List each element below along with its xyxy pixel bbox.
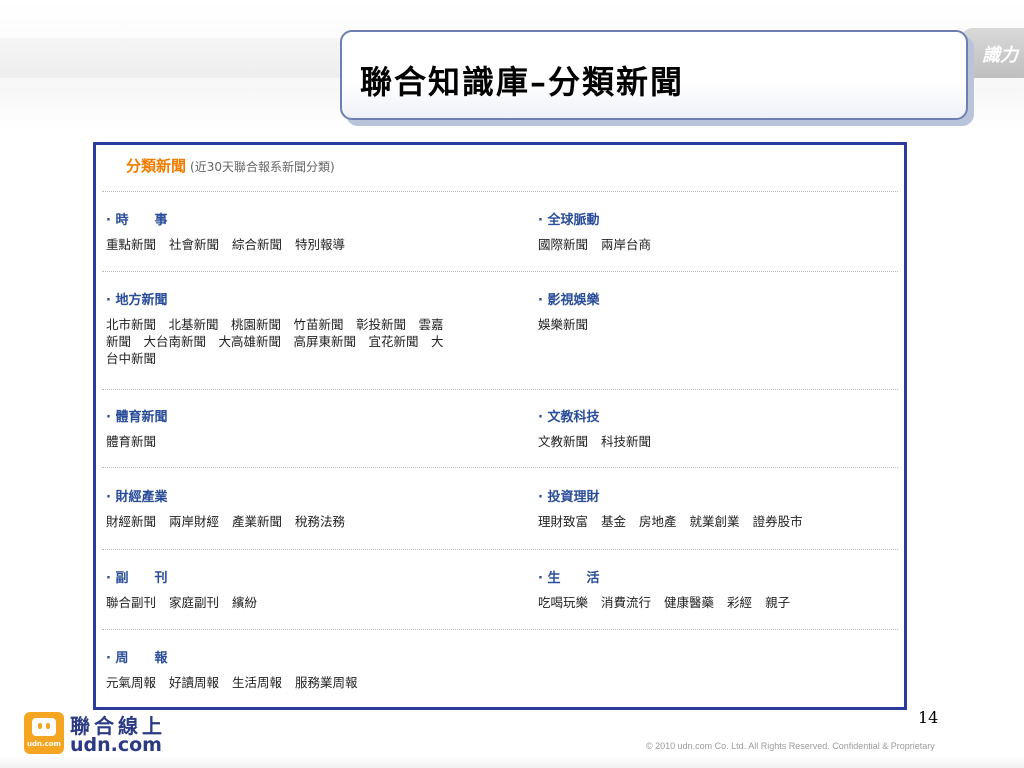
section-lifestyle: · 生 活 吃喝玩樂 消費流行 健康醫藥 彩經 親子 <box>538 567 898 611</box>
link-item[interactable]: 生活周報 <box>232 675 282 690</box>
section-local: · 地方新聞 北市新聞 北基新聞 桃園新聞 竹苗新聞 彰投新聞 雲嘉 新聞 大台… <box>106 289 526 367</box>
category-news-panel: 分類新聞 (近30天聯合報系新聞分類) · 時 事 重點新聞 社會新聞 綜合新聞 特別… <box>93 142 907 710</box>
section-links: 文教新聞 科技新聞 <box>538 433 898 450</box>
section-title[interactable]: · 財經產業 <box>106 486 526 505</box>
link-item[interactable]: 房地產 <box>639 514 677 529</box>
section-links: 體育新聞 <box>106 433 526 450</box>
link-line[interactable]: 台中新聞 <box>106 350 526 367</box>
section-links: 娛樂新聞 <box>538 316 898 333</box>
section-title[interactable]: · 生 活 <box>538 567 898 586</box>
section-sports: · 體育新聞 體育新聞 <box>106 406 526 450</box>
section-education-tech: · 文教科技 文教新聞 科技新聞 <box>538 406 898 450</box>
section-global: · 全球脈動 國際新聞 兩岸台商 <box>538 209 898 253</box>
section-title[interactable]: · 時 事 <box>106 209 526 228</box>
link-item[interactable]: 服務業周報 <box>295 675 358 690</box>
section-links: 吃喝玩樂 消費流行 健康醫藥 彩經 親子 <box>538 594 898 611</box>
section-title[interactable]: · 文教科技 <box>538 406 898 425</box>
link-item[interactable]: 理財致富 <box>538 514 588 529</box>
panel-heading[interactable]: 分類新聞 <box>126 155 186 176</box>
section-title[interactable]: · 體育新聞 <box>106 406 526 425</box>
link-item[interactable]: 稅務法務 <box>295 514 345 529</box>
link-item[interactable]: 產業新聞 <box>232 514 282 529</box>
logo-english-text: udn.com <box>70 734 162 756</box>
link-item[interactable]: 綜合新聞 <box>232 237 282 252</box>
divider <box>102 271 898 272</box>
footer-band <box>0 756 1024 768</box>
link-item[interactable]: 體育新聞 <box>106 434 156 449</box>
link-item[interactable]: 文教新聞 <box>538 434 588 449</box>
link-item[interactable]: 家庭副刊 <box>169 595 219 610</box>
link-item[interactable]: 就業創業 <box>690 514 740 529</box>
divider <box>102 191 898 192</box>
section-links: 理財致富 基金 房地產 就業創業 證券股市 <box>538 513 898 530</box>
link-item[interactable]: 社會新聞 <box>169 237 219 252</box>
link-item[interactable]: 消費流行 <box>601 595 651 610</box>
section-title[interactable]: · 影視娛樂 <box>538 289 898 308</box>
page-number: 14 <box>918 708 939 727</box>
link-item[interactable]: 健康醫藥 <box>664 595 714 610</box>
link-item[interactable]: 重點新聞 <box>106 237 156 252</box>
divider <box>102 389 898 390</box>
slide-title-box: 聯合知識庫–分類新聞 <box>340 30 968 120</box>
brand-mark-text: 識力 <box>982 45 1018 66</box>
section-supplement: · 副 刊 聯合副刊 家庭副刊 繽紛 <box>106 567 526 611</box>
panel-header: 分類新聞 (近30天聯合報系新聞分類) <box>126 155 335 176</box>
link-item[interactable]: 繽紛 <box>232 595 257 610</box>
link-line[interactable]: 北市新聞 北基新聞 桃園新聞 竹苗新聞 彰投新聞 雲嘉 <box>106 316 526 333</box>
udn-logo-icon: udn.com <box>24 712 64 754</box>
logo-eye <box>46 723 50 729</box>
divider <box>102 467 898 468</box>
section-title[interactable]: · 投資理財 <box>538 486 898 505</box>
section-links: 國際新聞 兩岸台商 <box>538 236 898 253</box>
logo-face <box>32 718 56 736</box>
section-links: 聯合副刊 家庭副刊 繽紛 <box>106 594 526 611</box>
link-item[interactable]: 好讀周報 <box>169 675 219 690</box>
divider <box>102 629 898 630</box>
link-item[interactable]: 彩經 <box>727 595 752 610</box>
link-item[interactable]: 科技新聞 <box>601 434 651 449</box>
link-item[interactable]: 聯合副刊 <box>106 595 156 610</box>
section-links: 重點新聞 社會新聞 綜合新聞 特別報導 <box>106 236 526 253</box>
logo-eye <box>38 723 42 729</box>
section-current-affairs: · 時 事 重點新聞 社會新聞 綜合新聞 特別報導 <box>106 209 526 253</box>
link-item[interactable]: 兩岸財經 <box>169 514 219 529</box>
section-title[interactable]: · 周 報 <box>106 647 526 666</box>
link-item[interactable]: 特別報導 <box>295 237 345 252</box>
logo-small-text: udn.com <box>27 740 61 748</box>
link-line[interactable]: 新聞 大台南新聞 大高雄新聞 高屏東新聞 宜花新聞 大 <box>106 333 526 350</box>
section-finance: · 財經產業 財經新聞 兩岸財經 產業新聞 稅務法務 <box>106 486 526 530</box>
panel-subheading: (近30天聯合報系新聞分類) <box>190 160 335 174</box>
link-item[interactable]: 元氣周報 <box>106 675 156 690</box>
link-item[interactable]: 國際新聞 <box>538 237 588 252</box>
divider <box>102 549 898 550</box>
slide-title: 聯合知識庫–分類新聞 <box>360 63 685 101</box>
section-links: 財經新聞 兩岸財經 產業新聞 稅務法務 <box>106 513 526 530</box>
section-links: 元氣周報 好讀周報 生活周報 服務業周報 <box>106 674 526 691</box>
section-title[interactable]: · 全球脈動 <box>538 209 898 228</box>
section-weekly: · 周 報 元氣周報 好讀周報 生活周報 服務業周報 <box>106 647 526 691</box>
section-title[interactable]: · 地方新聞 <box>106 289 526 308</box>
link-item[interactable]: 娛樂新聞 <box>538 317 588 332</box>
section-investment: · 投資理財 理財致富 基金 房地產 就業創業 證券股市 <box>538 486 898 530</box>
copyright-notice: © 2010 udn.com Co. Ltd. All Rights Reser… <box>646 741 935 751</box>
section-links: 北市新聞 北基新聞 桃園新聞 竹苗新聞 彰投新聞 雲嘉 新聞 大台南新聞 大高雄… <box>106 316 526 367</box>
section-title[interactable]: · 副 刊 <box>106 567 526 586</box>
link-item[interactable]: 兩岸台商 <box>601 237 651 252</box>
link-item[interactable]: 證券股市 <box>753 514 803 529</box>
link-item[interactable]: 吃喝玩樂 <box>538 595 588 610</box>
link-item[interactable]: 財經新聞 <box>106 514 156 529</box>
link-item[interactable]: 基金 <box>601 514 626 529</box>
link-item[interactable]: 親子 <box>765 595 790 610</box>
section-entertainment: · 影視娛樂 娛樂新聞 <box>538 289 898 333</box>
